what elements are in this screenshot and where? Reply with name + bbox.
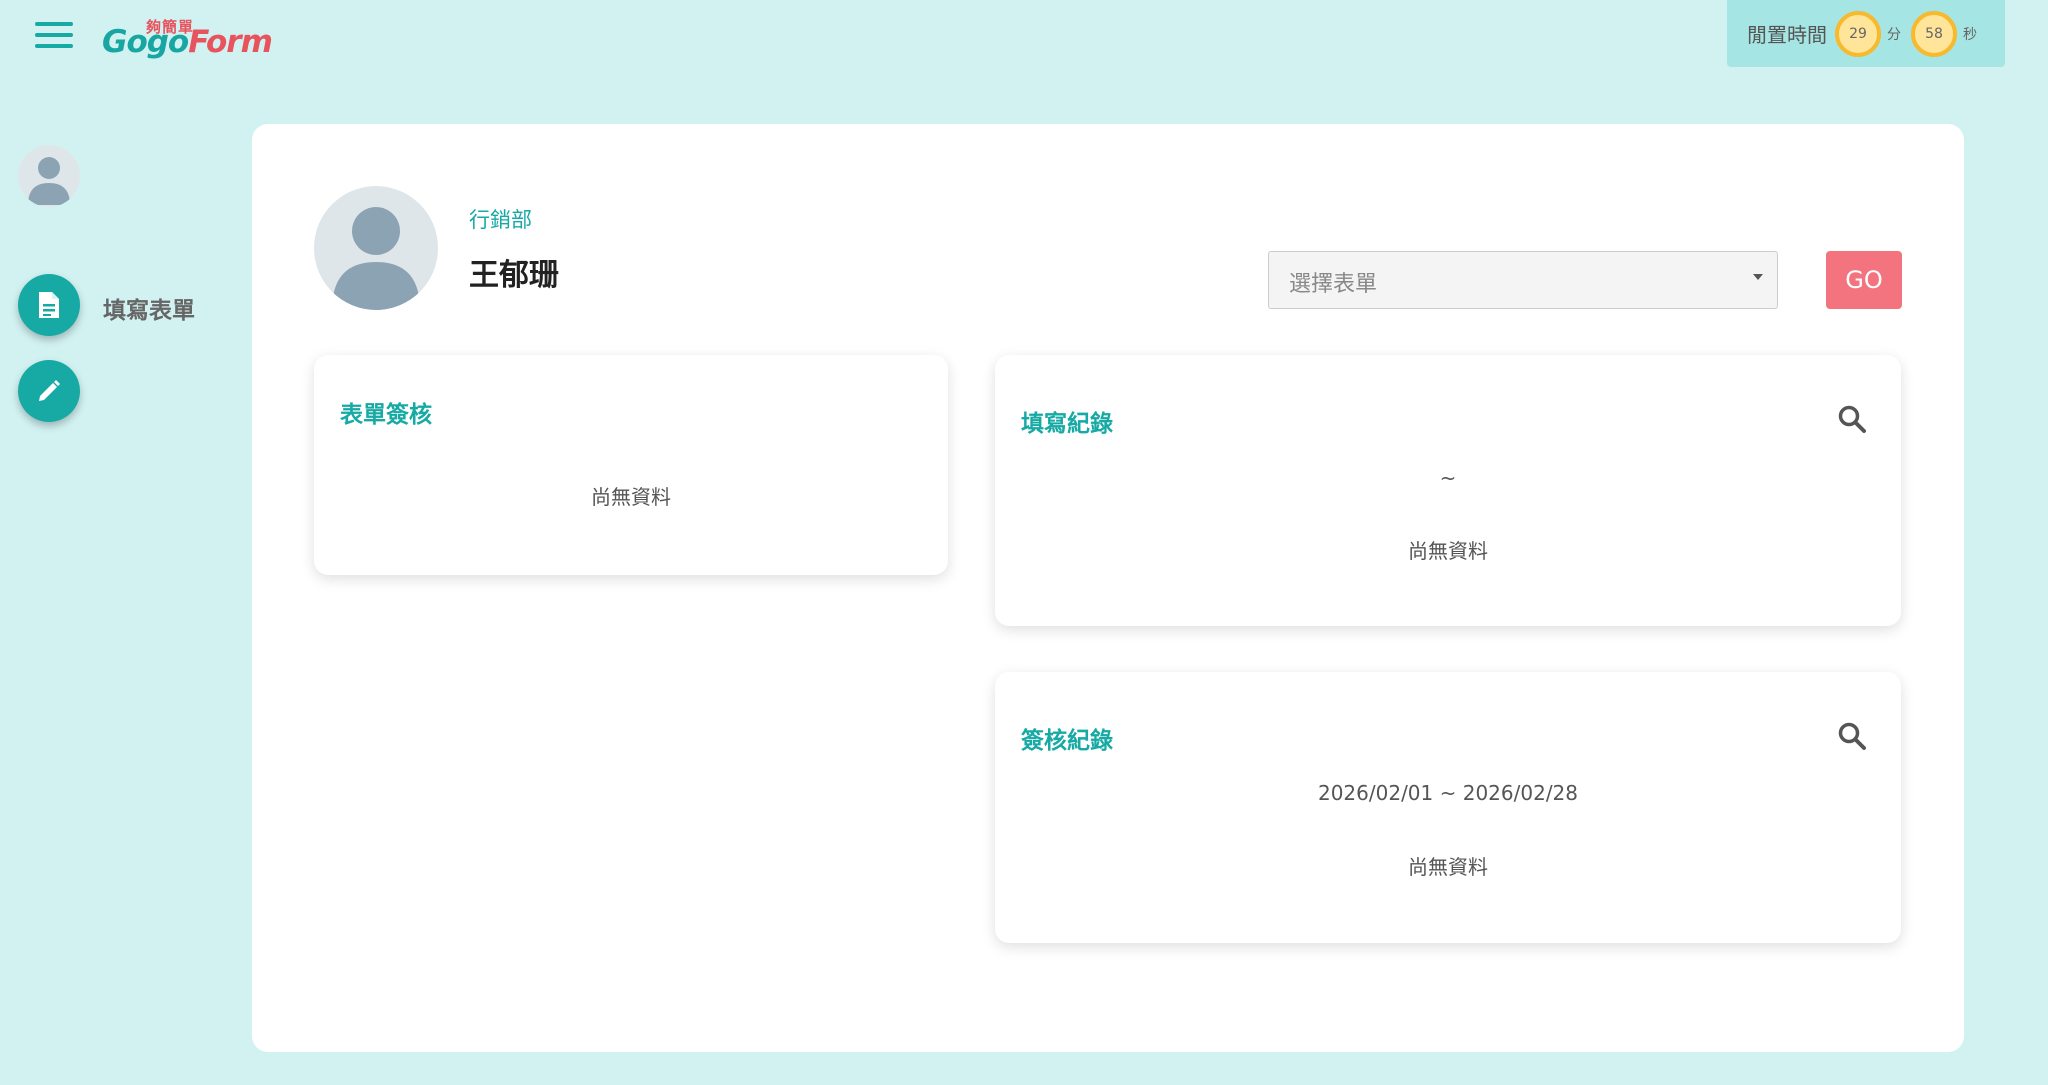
sidebar-fill-form-label[interactable]: 填寫表單 bbox=[103, 291, 195, 325]
fill-records-card: 填寫紀錄 ~ 尚無資料 bbox=[995, 355, 1901, 626]
idle-seconds-ring: 58 bbox=[1911, 10, 1957, 57]
fill-records-date-range[interactable]: ~ bbox=[995, 466, 1901, 490]
sign-records-title: 簽核紀錄 bbox=[1021, 728, 1113, 754]
form-approval-empty: 尚無資料 bbox=[591, 485, 671, 509]
logo-form-text: Form bbox=[188, 24, 273, 60]
go-button[interactable]: GO bbox=[1826, 251, 1902, 309]
form-approval-title: 表單簽核 bbox=[340, 402, 432, 428]
profile-avatar-icon bbox=[314, 186, 438, 310]
document-icon bbox=[39, 292, 59, 318]
form-select-placeholder: 選擇表單 bbox=[1289, 272, 1378, 297]
hamburger-menu-icon[interactable] bbox=[35, 22, 73, 52]
idle-timer-label: 閒置時間 bbox=[1747, 23, 1827, 47]
department-label: 行銷部 bbox=[469, 208, 532, 232]
fill-records-empty: 尚無資料 bbox=[1408, 539, 1488, 563]
search-icon[interactable] bbox=[1837, 721, 1867, 751]
sign-records-empty: 尚無資料 bbox=[1408, 855, 1488, 879]
fill-records-title: 填寫紀錄 bbox=[1021, 411, 1113, 437]
idle-timer: 閒置時間 29 分 58 秒 bbox=[1727, 0, 2005, 67]
idle-minutes-ring: 29 bbox=[1835, 10, 1881, 57]
fill-form-button[interactable] bbox=[18, 274, 80, 336]
search-icon[interactable] bbox=[1837, 404, 1867, 434]
sign-records-card: 簽核紀錄 2026/02/01 ~ 2026/02/28 尚無資料 bbox=[995, 672, 1901, 943]
user-name: 王郁珊 bbox=[469, 258, 559, 293]
idle-minutes-unit: 分 bbox=[1887, 26, 1901, 43]
idle-seconds-unit: 秒 bbox=[1963, 26, 1977, 43]
logo-go-text: Gogo bbox=[102, 24, 189, 60]
logo-main-text: GogoForm bbox=[102, 24, 273, 60]
form-select-dropdown[interactable]: 選擇表單 bbox=[1268, 251, 1778, 309]
edit-button[interactable] bbox=[18, 360, 80, 422]
form-approval-card: 表單簽核 尚無資料 bbox=[314, 355, 948, 575]
sign-records-date-range[interactable]: 2026/02/01 ~ 2026/02/28 bbox=[995, 781, 1901, 805]
pencil-icon bbox=[39, 380, 60, 401]
main-panel: 行銷部 王郁珊 選擇表單 GO 表單簽核 尚無資料 填寫紀錄 ~ 尚無資料 簽核… bbox=[252, 124, 1964, 1052]
sidebar-user-avatar-icon[interactable] bbox=[18, 145, 80, 207]
chevron-down-icon bbox=[1753, 274, 1763, 280]
gogoform-logo[interactable]: 夠簡單 GogoForm bbox=[102, 14, 282, 64]
